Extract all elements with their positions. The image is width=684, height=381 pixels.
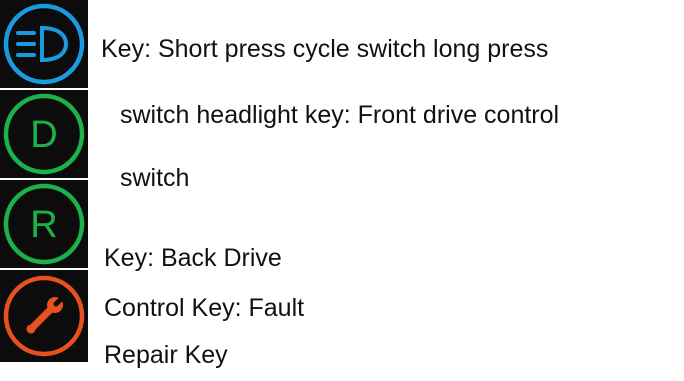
drive-icon: D xyxy=(3,93,85,175)
description-line: Key: Back Drive xyxy=(104,244,282,272)
reverse-letter: R xyxy=(30,204,57,246)
wrench-icon xyxy=(3,275,85,357)
headlight-icon xyxy=(3,3,85,85)
drive-letter: D xyxy=(30,114,57,156)
description-line: Key: Short press cycle switch long press xyxy=(101,35,549,63)
description-line: Control Key: Fault xyxy=(104,294,305,322)
headlight-key-tile xyxy=(0,0,88,88)
description-line: switch headlight key: Front drive contro… xyxy=(120,101,560,129)
reverse-icon: R xyxy=(3,183,85,265)
reverse-key-tile: R xyxy=(0,180,88,268)
description-line: Repair Key xyxy=(104,341,228,369)
fault-key-tile xyxy=(0,270,88,362)
description-line: switch xyxy=(120,164,190,192)
drive-key-tile: D xyxy=(0,90,88,178)
